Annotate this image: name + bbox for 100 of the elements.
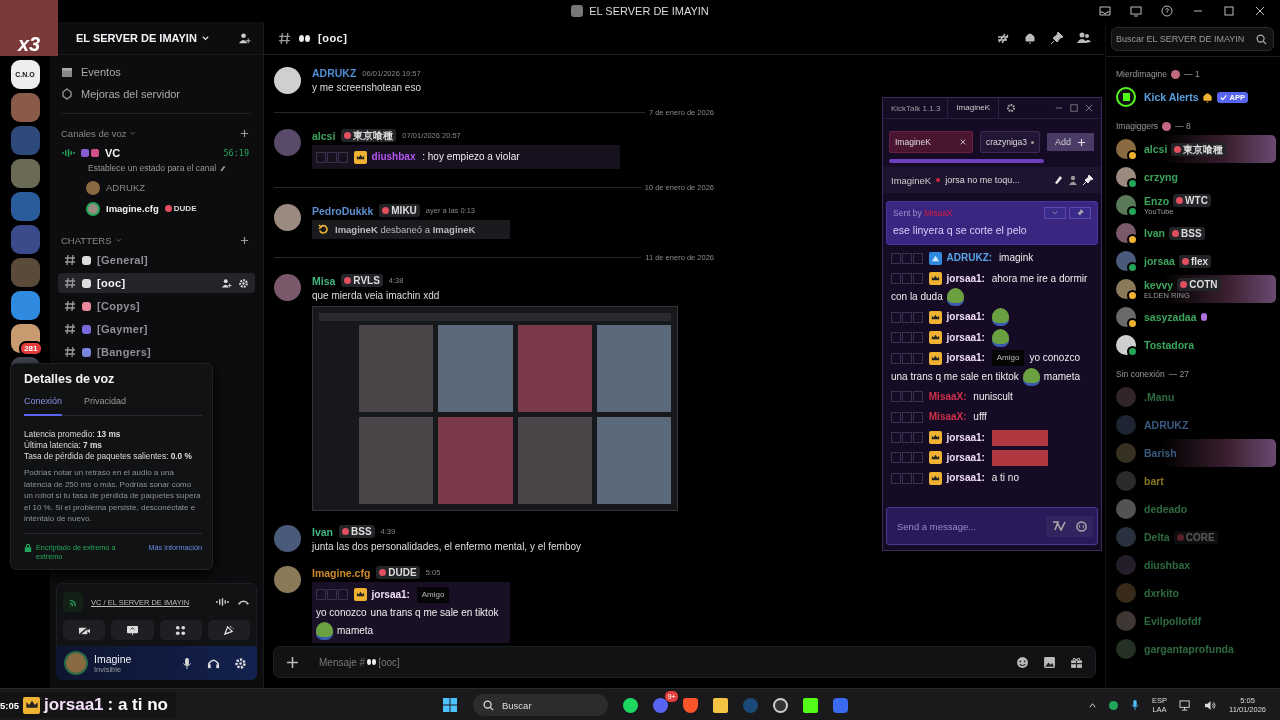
maximize-icon[interactable] xyxy=(1223,5,1235,17)
member-name[interactable]: bart xyxy=(1144,475,1164,487)
chat-username[interactable]: jorsaa1: xyxy=(946,272,985,284)
chat-username[interactable]: jorsaa1: xyxy=(371,588,410,600)
sidebar-link[interactable]: Mejoras del servidor xyxy=(58,83,255,105)
user-avatar[interactable] xyxy=(1116,195,1136,215)
threads-icon[interactable] xyxy=(996,31,1010,45)
member-name[interactable]: kevvy xyxy=(1144,278,1174,291)
message-author[interactable]: PedroDukkk xyxy=(312,204,374,217)
channel-item[interactable]: [Bangers] xyxy=(58,342,255,362)
activities-button[interactable] xyxy=(159,620,202,640)
category-label[interactable]: CHATTERS xyxy=(61,235,112,246)
message-author[interactable]: ADRUKZ xyxy=(312,67,357,79)
category-label[interactable]: Canales de voz xyxy=(61,128,127,139)
chat-username[interactable]: jorsaa1: xyxy=(946,311,985,323)
close-icon[interactable] xyxy=(1254,5,1266,17)
image-icon[interactable] xyxy=(1043,655,1056,669)
screen-icon[interactable] xyxy=(1130,5,1142,17)
settings-icon[interactable] xyxy=(1006,103,1017,113)
channel-status-hint[interactable]: Establece un estado para el canal xyxy=(88,163,217,173)
microphone-icon[interactable] xyxy=(1130,699,1140,711)
member-name[interactable]: Tostadora xyxy=(1144,339,1194,351)
user-avatar[interactable] xyxy=(1116,335,1136,355)
server-menu-button[interactable]: EL SERVER DE IMAYIN xyxy=(62,32,210,44)
chat-username[interactable]: diushbax xyxy=(371,151,416,163)
channel-item[interactable]: [Gaymer] xyxy=(58,319,255,339)
member-name[interactable]: sasyzadaa xyxy=(1144,311,1197,323)
chevron-up-icon[interactable] xyxy=(1088,700,1097,710)
search-field[interactable]: Buscar EL SERVER DE IMAYIN xyxy=(1111,27,1274,51)
camera-off-button[interactable] xyxy=(63,620,106,640)
microphone-icon[interactable] xyxy=(181,656,193,670)
user-avatar[interactable] xyxy=(1116,139,1136,159)
gift-icon[interactable] xyxy=(1070,655,1083,669)
screenshot-image[interactable] xyxy=(312,306,678,512)
soundboard-button[interactable] xyxy=(207,620,250,640)
member-row[interactable]: alcsi 東京喰種 xyxy=(1114,135,1276,163)
message-author[interactable]: alcsi xyxy=(312,129,336,142)
pencil-icon[interactable] xyxy=(1053,175,1063,185)
add-member-icon[interactable] xyxy=(238,31,251,45)
chat-username[interactable]: MisaaX: xyxy=(928,411,967,423)
members-icon[interactable] xyxy=(1077,31,1091,45)
maximize-icon[interactable] xyxy=(1070,104,1078,112)
chat-username[interactable]: jorsaa1: xyxy=(946,472,985,484)
server-icon[interactable] xyxy=(10,192,40,221)
tab[interactable]: Privacidad xyxy=(84,396,127,415)
bell-icon[interactable] xyxy=(1023,31,1037,45)
close-icon[interactable] xyxy=(958,138,967,146)
spotify-icon[interactable] xyxy=(623,697,638,713)
add-icon[interactable] xyxy=(240,236,249,245)
folder-icon[interactable] xyxy=(713,697,728,713)
help-icon[interactable] xyxy=(1161,5,1173,17)
pin-icon[interactable] xyxy=(1050,31,1064,45)
emoji-icon[interactable] xyxy=(1016,655,1029,669)
chat-tab[interactable]: crazyniga3 xyxy=(979,131,1041,153)
7tv-emote-icon[interactable] xyxy=(1052,520,1066,531)
shield-icon[interactable] xyxy=(683,697,698,713)
message-author[interactable]: Misa xyxy=(312,274,336,287)
chat-username[interactable]: jorsaa1: xyxy=(946,331,985,343)
discord-icon[interactable] xyxy=(653,697,668,713)
message-author[interactable]: Imagine.cfg xyxy=(312,566,371,579)
voice-user-name[interactable]: Imagine.cfg xyxy=(106,203,159,214)
user-avatar[interactable] xyxy=(274,67,301,94)
user-icon[interactable] xyxy=(1068,175,1078,185)
user-avatar[interactable] xyxy=(1116,279,1136,299)
connection-signal-icon[interactable] xyxy=(63,592,83,612)
sidebar-link[interactable]: Eventos xyxy=(58,61,255,83)
member-name[interactable]: Ivan xyxy=(1144,227,1165,239)
user-avatar[interactable] xyxy=(1116,167,1136,187)
sound-wave-icon[interactable] xyxy=(216,597,229,607)
user-avatar[interactable] xyxy=(1116,307,1136,327)
screen-share-button[interactable] xyxy=(111,620,154,640)
unpin-button[interactable] xyxy=(1069,207,1091,219)
square-app-icon[interactable] xyxy=(833,697,848,713)
network-icon[interactable] xyxy=(1179,699,1192,711)
server-icon[interactable]: 281 xyxy=(10,324,40,353)
voice-user-name[interactable]: ADRUKZ xyxy=(106,182,146,193)
pencil-icon[interactable] xyxy=(219,164,227,172)
start-icon[interactable] xyxy=(442,697,458,713)
member-name[interactable]: alcsi xyxy=(1144,143,1168,155)
chat-tab[interactable]: ImagineK xyxy=(889,131,973,153)
chat-username[interactable]: jorsaa1: xyxy=(946,451,985,463)
emote-picker-icon[interactable] xyxy=(1076,520,1087,532)
inbox-icon[interactable] xyxy=(1099,5,1111,17)
chat-username[interactable]: ADRUKZ: xyxy=(946,252,993,264)
tab[interactable]: Conexión xyxy=(24,396,63,416)
taskbar-search-field[interactable]: Buscar xyxy=(473,694,608,716)
member-name[interactable]: Kick Alerts xyxy=(1144,91,1199,103)
member-name[interactable]: Enzo xyxy=(1144,194,1170,207)
user-avatar[interactable] xyxy=(1116,251,1136,271)
channel-item[interactable]: [General] xyxy=(58,250,255,270)
server-icon[interactable] xyxy=(10,291,40,320)
user-avatar[interactable] xyxy=(274,204,301,232)
chat-input[interactable]: Send a message... xyxy=(886,507,1098,545)
user-avatar[interactable] xyxy=(1116,223,1136,243)
status-icon[interactable] xyxy=(1109,700,1118,710)
add-chat-button[interactable]: Add xyxy=(1047,133,1095,151)
server-icon[interactable] xyxy=(10,93,40,122)
record-icon[interactable] xyxy=(773,697,788,713)
member-name[interactable]: crzyng xyxy=(1144,171,1178,183)
chat-username[interactable]: MisaaX: xyxy=(928,390,967,402)
